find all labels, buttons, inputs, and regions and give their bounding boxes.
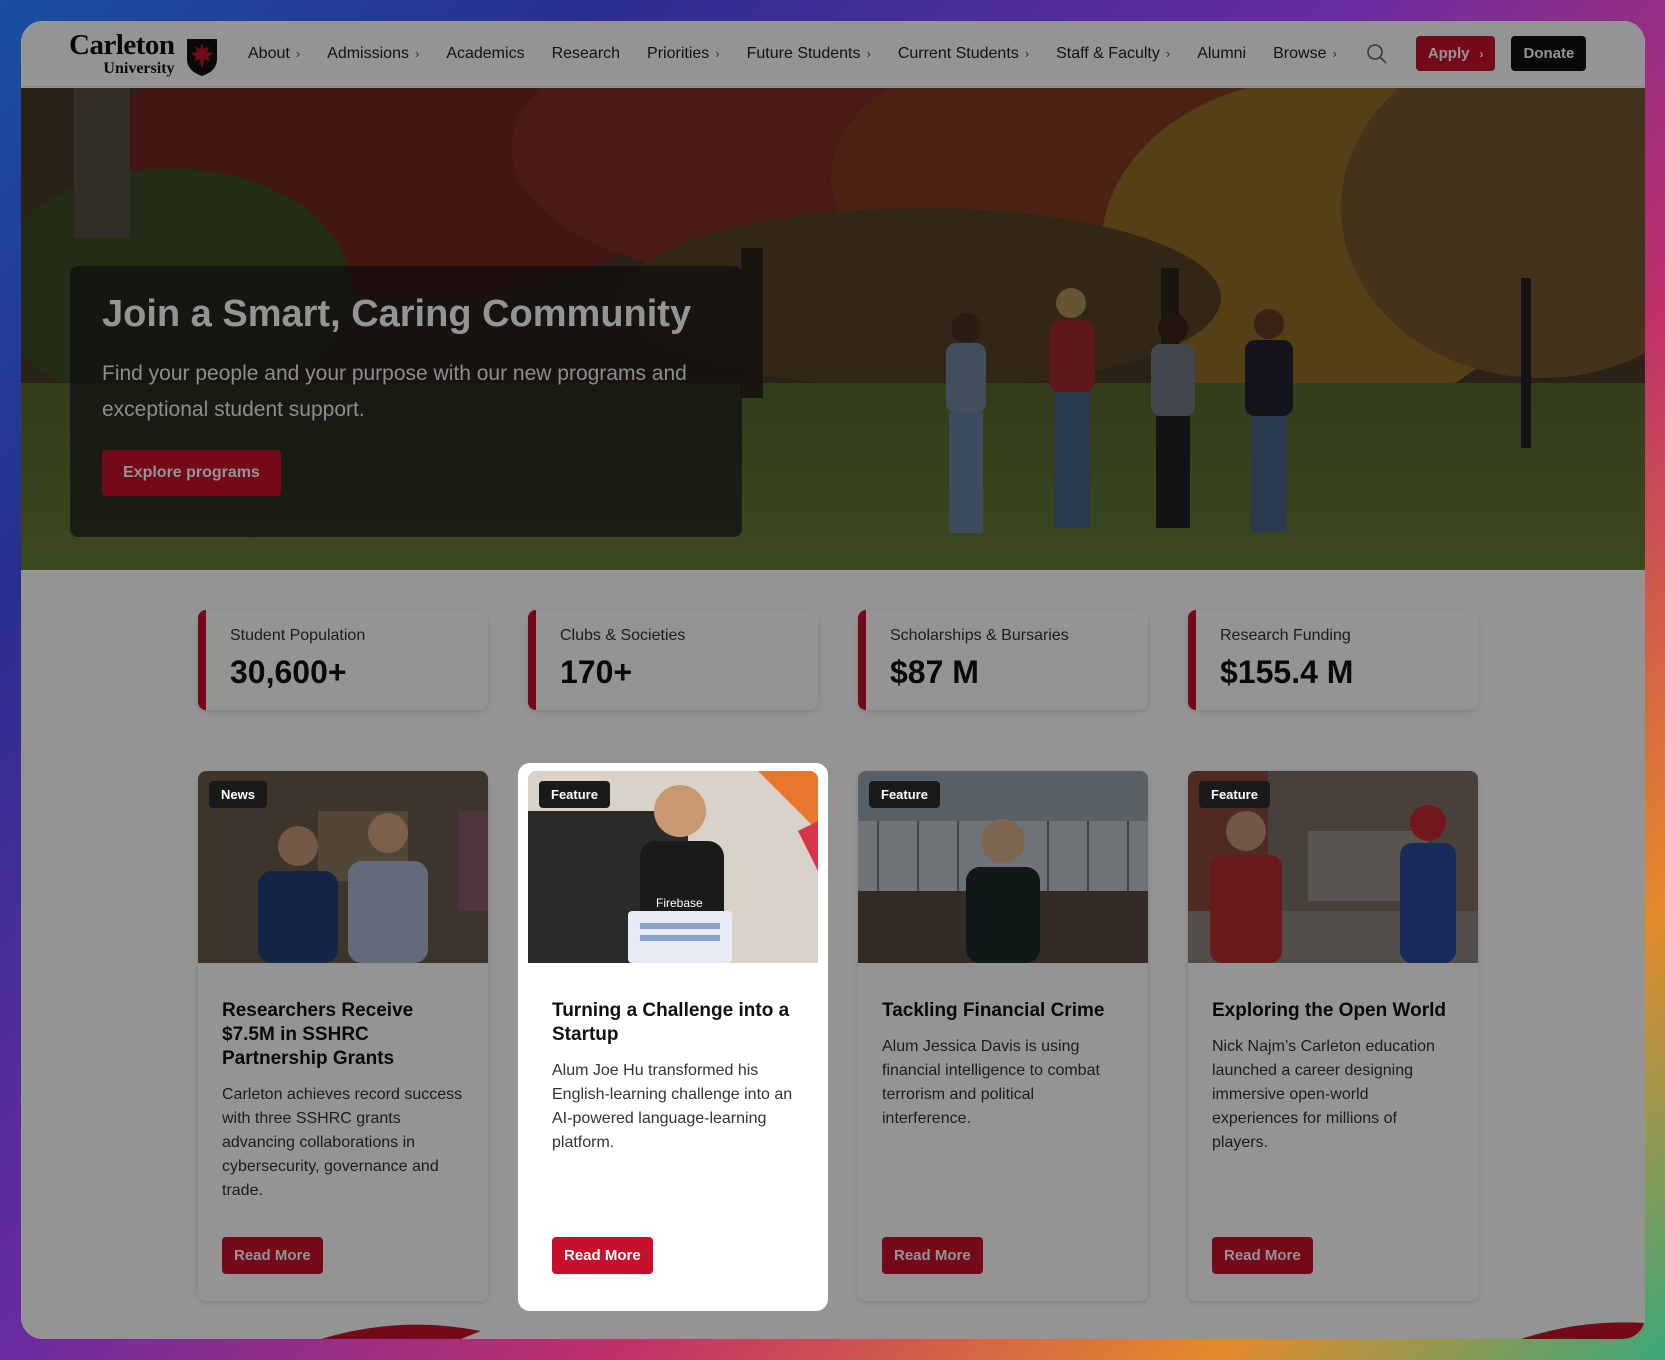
nav-label: Admissions bbox=[327, 44, 409, 62]
news-cards: News Researchers Receive $7.5M in SSHRC … bbox=[198, 771, 1478, 1301]
hero-card: Join a Smart, Caring Community Find your… bbox=[70, 266, 742, 537]
card-photo: Feature bbox=[858, 771, 1148, 963]
nav-label: About bbox=[248, 44, 290, 62]
stat-value: 170+ bbox=[560, 654, 633, 690]
nav-label: Alumni bbox=[1197, 44, 1247, 62]
chevron-right-icon: › bbox=[715, 46, 720, 61]
apply-label: Apply bbox=[1427, 45, 1470, 62]
nav-item-research[interactable]: Research bbox=[552, 45, 620, 63]
nav-item-current-students[interactable]: Current Students › bbox=[898, 45, 1029, 63]
nav-item-priorities[interactable]: Priorities › bbox=[647, 45, 720, 63]
news-card[interactable]: News Researchers Receive $7.5M in SSHRC … bbox=[198, 771, 488, 1301]
read-more-button[interactable]: Read More bbox=[222, 1237, 323, 1274]
card-photo: Feature bbox=[1188, 771, 1478, 963]
card-text: Carleton achieves record success with th… bbox=[222, 1086, 463, 1199]
news-card[interactable]: Firebase Feature Turning a Challenge int… bbox=[528, 771, 818, 1301]
card-title[interactable]: Tackling Financial Crime bbox=[882, 999, 1124, 1023]
read-more-button[interactable]: Read More bbox=[1212, 1237, 1313, 1274]
card-text: Alum Joe Hu transformed his English-lear… bbox=[552, 1062, 793, 1151]
maple-shield-icon bbox=[187, 38, 217, 76]
stat-card: Scholarships & Bursaries $87 M bbox=[858, 610, 1148, 710]
news-card[interactable]: Feature Tackling Financial Crime Alum Je… bbox=[858, 771, 1148, 1301]
read-more-button[interactable]: Read More bbox=[552, 1237, 653, 1274]
nav-label: Browse bbox=[1273, 44, 1327, 62]
chevron-right-icon: › bbox=[1479, 46, 1484, 61]
nav-item-alumni[interactable]: Alumni bbox=[1197, 45, 1246, 63]
donate-button[interactable]: Donate bbox=[1511, 36, 1587, 71]
search-icon[interactable] bbox=[1366, 43, 1388, 65]
card-title[interactable]: Researchers Receive $7.5M in SSHRC Partn… bbox=[222, 999, 464, 1071]
card-badge: Feature bbox=[869, 781, 940, 808]
card-photo: News bbox=[198, 771, 488, 963]
logo-name: Carleton bbox=[69, 28, 175, 61]
hero-text: Find your people and your purpose with o… bbox=[102, 361, 687, 421]
card-text: Alum Jessica Davis is using financial in… bbox=[882, 1038, 1100, 1127]
nav-label: Priorities bbox=[647, 44, 710, 62]
nav-label: Research bbox=[551, 44, 621, 62]
decorative-swoosh bbox=[1521, 1322, 1645, 1339]
stat-value: $87 M bbox=[890, 654, 979, 690]
chevron-right-icon: › bbox=[866, 46, 871, 61]
hero-title: Join a Smart, Caring Community bbox=[102, 293, 692, 335]
read-more-button[interactable]: Read More bbox=[882, 1237, 983, 1274]
stat-label: Research Funding bbox=[1220, 627, 1351, 644]
nav-item-admissions[interactable]: Admissions › bbox=[327, 45, 419, 63]
carleton-logo[interactable]: Carleton University bbox=[69, 29, 221, 79]
stat-label: Scholarships & Bursaries bbox=[890, 627, 1069, 644]
card-text: Nick Najm’s Carleton education launched … bbox=[1212, 1038, 1435, 1151]
nav-label: Staff & Faculty bbox=[1056, 44, 1160, 62]
chevron-right-icon: › bbox=[295, 46, 301, 61]
stats-row: Student Population 30,600+ Clubs & Socie… bbox=[198, 610, 1478, 710]
card-badge: Feature bbox=[539, 781, 610, 808]
nav-label: Future Students bbox=[746, 44, 861, 62]
news-card[interactable]: Feature Exploring the Open World Nick Na… bbox=[1188, 771, 1478, 1301]
browser-window: Carleton University About › Admissions › A… bbox=[21, 21, 1645, 1339]
chevron-right-icon: › bbox=[1332, 46, 1337, 61]
decorative-swoosh bbox=[321, 1324, 481, 1339]
stat-value: $155.4 M bbox=[1220, 654, 1354, 690]
nav-label: Academics bbox=[446, 44, 525, 62]
card-title[interactable]: Turning a Challenge into a Startup bbox=[552, 999, 794, 1047]
nav-label: Current Students bbox=[897, 44, 1019, 62]
nav-item-about[interactable]: About › bbox=[248, 45, 300, 63]
stat-label: Clubs & Societies bbox=[560, 627, 686, 644]
shirt-text: Firebase bbox=[656, 896, 703, 910]
nav-item-browse[interactable]: Browse › bbox=[1273, 45, 1337, 63]
hero-banner: Join a Smart, Caring Community Find your… bbox=[21, 88, 1645, 570]
apply-button[interactable]: Apply › bbox=[1415, 36, 1496, 71]
stat-label: Student Population bbox=[230, 627, 366, 644]
card-photo: Firebase Feature bbox=[528, 771, 818, 963]
nav-item-academics[interactable]: Academics bbox=[446, 45, 524, 63]
logo-subtitle: University bbox=[103, 59, 175, 77]
card-badge: Feature bbox=[1199, 781, 1270, 808]
stat-card: Student Population 30,600+ bbox=[198, 610, 488, 710]
card-title[interactable]: Exploring the Open World bbox=[1212, 999, 1454, 1023]
stat-card: Clubs & Societies 170+ bbox=[528, 610, 818, 710]
explore-programs-button[interactable]: Explore programs bbox=[102, 449, 281, 496]
content-section: Student Population 30,600+ Clubs & Socie… bbox=[21, 570, 1645, 1339]
chevron-right-icon: › bbox=[1024, 46, 1030, 61]
card-badge: News bbox=[209, 781, 267, 808]
main-navigation: About › Admissions › Academics Research Pr… bbox=[248, 21, 1364, 86]
stat-card: Research Funding $155.4 M bbox=[1188, 610, 1478, 710]
chevron-right-icon: › bbox=[414, 46, 420, 61]
stat-value: 30,600+ bbox=[230, 654, 347, 690]
nav-item-future-students[interactable]: Future Students › bbox=[747, 45, 871, 63]
nav-item-staff-faculty[interactable]: Staff & Faculty › bbox=[1056, 45, 1170, 63]
chevron-right-icon: › bbox=[1165, 46, 1171, 61]
site-header: Carleton University About › Admissions › A… bbox=[21, 21, 1645, 87]
